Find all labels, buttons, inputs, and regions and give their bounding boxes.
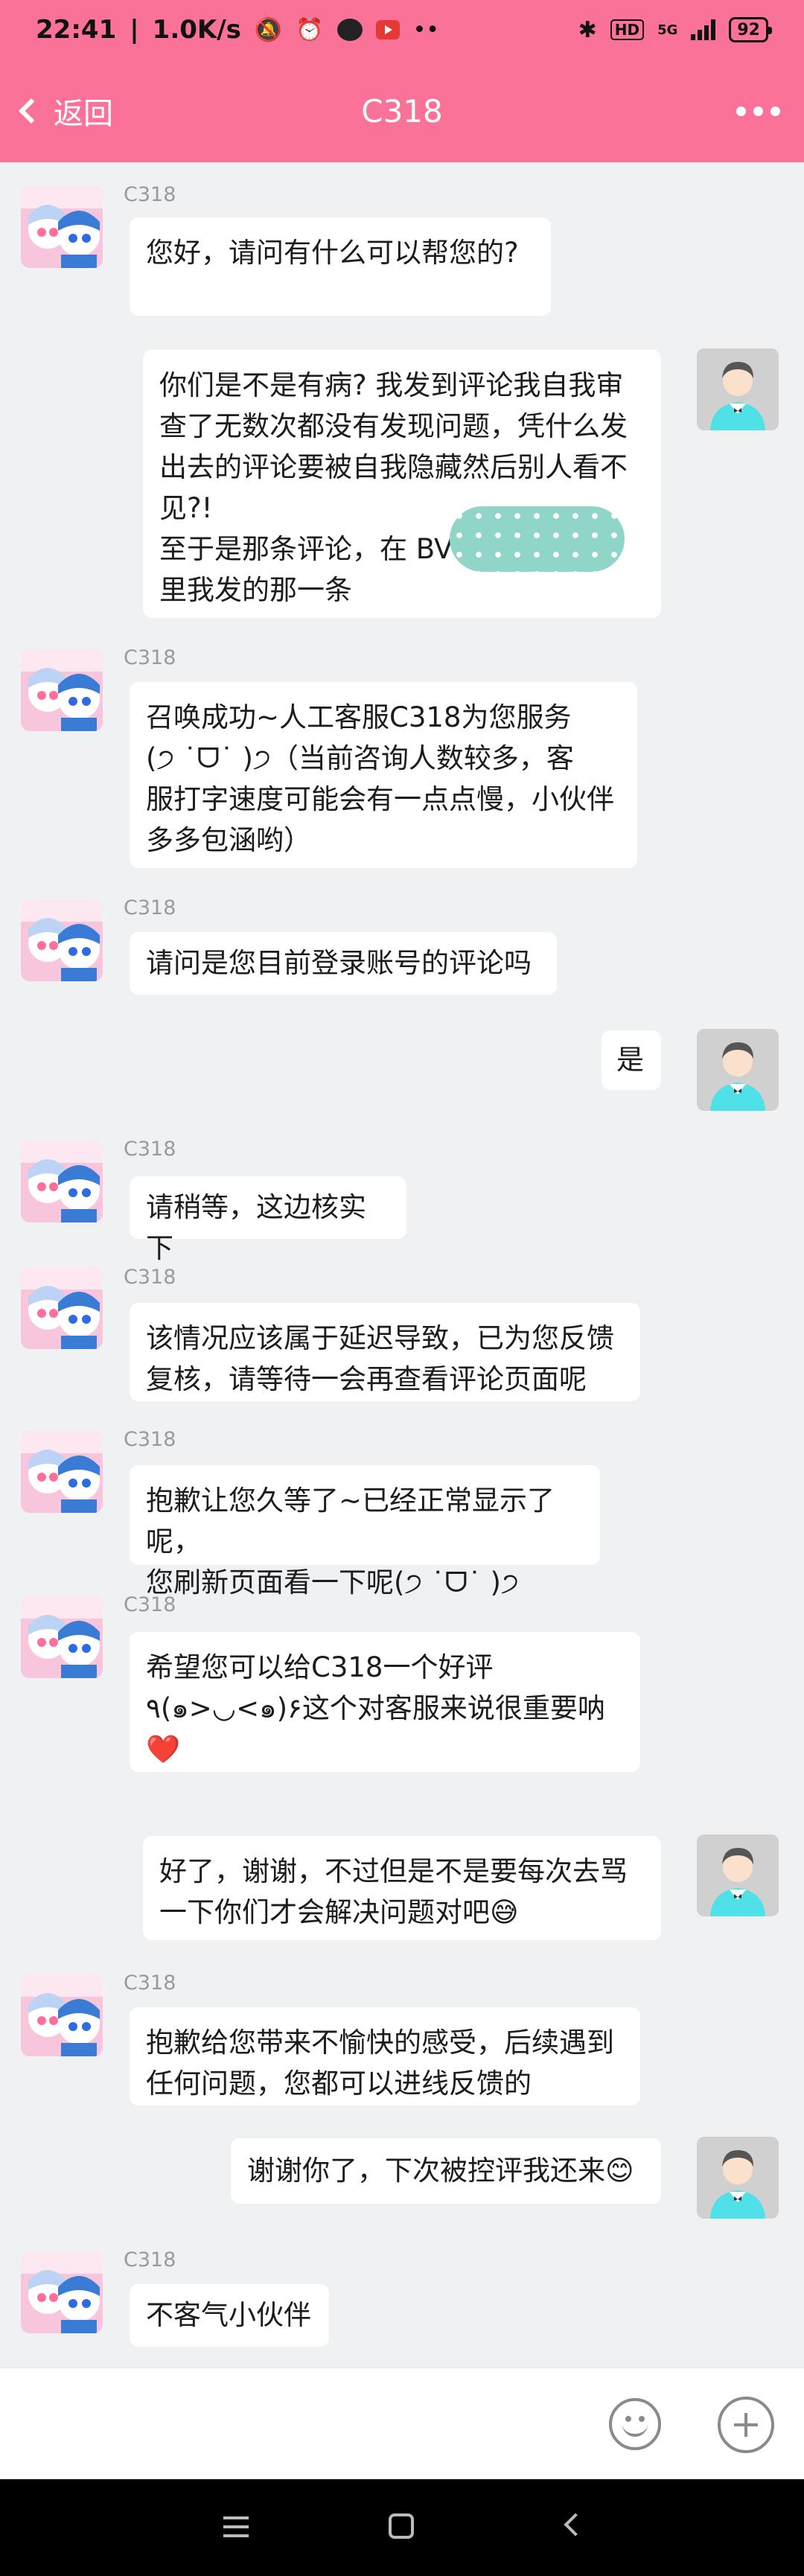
cs-message-bubble: 抱歉让您久等了~已经正常显示了呢， 您刷新页面看一下呢(੭ ˙ᗜ˙ )੭ — [130, 1465, 600, 1598]
user-avatar[interactable] — [697, 1834, 779, 1916]
user-avatar[interactable] — [697, 2137, 779, 2219]
sender-name: C318 — [124, 1593, 176, 1616]
menu-icon[interactable] — [223, 2516, 249, 2537]
user-message-bubble: 谢谢你了，下次被控评我还来😊 — [231, 2138, 661, 2204]
cs-avatar[interactable] — [21, 1431, 103, 1513]
cs-avatar[interactable] — [21, 1596, 103, 1678]
sender-name: C318 — [124, 1138, 176, 1161]
heart-emoji: ❤️ — [146, 1733, 181, 1765]
cs-avatar[interactable] — [21, 649, 103, 731]
message-line: ٩(๑>◡<๑)۶这个对客服来说很重要呐 — [146, 1692, 605, 1724]
user-avatar[interactable] — [697, 1029, 779, 1111]
system-navigation-bar — [0, 2479, 804, 2576]
mute-icon: 🔕 — [254, 16, 283, 43]
user-avatar[interactable] — [697, 348, 779, 430]
clock: 22:41 — [36, 15, 117, 45]
message-line: 你们是不是有病? 我发到评论我自我审 — [159, 369, 624, 401]
status-bar: 22:41 | 1.0K/s 🔕 ⏰ •• ✱ HD 5G 92 — [0, 0, 804, 60]
plus-icon[interactable] — [718, 2397, 774, 2453]
signal-icon — [691, 19, 716, 40]
network-speed: 1.0K/s — [152, 15, 241, 45]
sender-name: C318 — [124, 896, 176, 919]
user-message-bubble: 好了，谢谢，不过但是不是要每次去骂 一下你们才会解决问题对吧😅 — [143, 1836, 661, 1940]
chat-header: 返回 C318 — [0, 60, 804, 162]
back-button[interactable]: 返回 — [19, 60, 113, 162]
cs-message-bubble: 您好，请问有什么可以帮您的? — [130, 217, 551, 316]
cs-avatar[interactable] — [21, 899, 103, 981]
message-line: 查了无数次都没有发现问题，凭什么发 — [159, 410, 628, 442]
more-options-icon[interactable] — [736, 60, 780, 162]
chevron-left-icon — [19, 98, 44, 124]
cs-message-bubble: 抱歉给您带来不愉快的感受，后续遇到 任何问题，您都可以进线反馈的 — [130, 2007, 640, 2105]
cs-message-bubble: 请稍等，这边核实下 — [130, 1176, 406, 1264]
message-line: 出去的评论要被自我隐藏然后别人看不 — [159, 451, 628, 483]
cs-avatar[interactable] — [21, 186, 103, 268]
cs-message-bubble: 不客气小伙伴 — [130, 2284, 329, 2347]
back-icon[interactable] — [564, 2513, 587, 2537]
network-type: 5G — [657, 22, 678, 38]
cs-avatar[interactable] — [21, 2251, 103, 2333]
cs-message-bubble: 请问是您目前登录账号的评论吗 — [130, 932, 557, 995]
video-app-icon — [375, 20, 400, 39]
cs-message-bubble: 该情况应该属于延迟导致，已为您反馈 复核，请等待一会再查看评论页面呢 — [130, 1303, 640, 1401]
message-line: 至于是那条评论，在 BV — [159, 533, 453, 565]
message-input-bar — [0, 2368, 804, 2479]
sender-name: C318 — [124, 2248, 176, 2271]
message-line: 希望您可以给C318一个好评 — [146, 1651, 494, 1683]
message-input[interactable] — [0, 2368, 588, 2480]
redaction-blur — [450, 506, 625, 572]
sender-name: C318 — [124, 1266, 176, 1289]
page-title: C318 — [361, 92, 443, 130]
more-notifications-icon: •• — [412, 16, 439, 43]
sender-name: C318 — [124, 646, 176, 669]
alarm-icon: ⏰ — [296, 16, 324, 43]
sender-name: C318 — [124, 1428, 176, 1451]
hd-icon: HD — [610, 19, 645, 40]
user-message-bubble: 你们是不是有病? 我发到评论我自我审 查了无数次都没有发现问题，凭什么发 出去的… — [143, 350, 661, 618]
sender-name: C318 — [124, 1971, 176, 1995]
message-line: 里我发的那一条 — [159, 574, 352, 606]
cs-avatar[interactable] — [21, 1141, 103, 1222]
user-message-bubble: 是 — [602, 1030, 661, 1090]
emoji-icon[interactable] — [609, 2398, 661, 2450]
bluetooth-icon: ✱ — [578, 16, 597, 43]
battery-level: 92 — [737, 20, 760, 39]
sender-name: C318 — [124, 183, 176, 206]
wechat-icon — [336, 19, 363, 41]
cs-avatar[interactable] — [21, 1267, 103, 1349]
cs-message-bubble: 希望您可以给C318一个好评 ٩(๑>◡<๑)۶这个对客服来说很重要呐 ❤️ — [130, 1632, 640, 1772]
cs-message-bubble: 召唤成功~人工客服C318为您服务 (੭ ˙ᗜ˙ )੭（当前咨询人数较多，客 服… — [130, 682, 637, 868]
battery-icon: 92 — [729, 17, 772, 42]
home-icon[interactable] — [389, 2513, 414, 2539]
back-label: 返回 — [54, 97, 113, 131]
cs-avatar[interactable] — [21, 1974, 103, 2056]
